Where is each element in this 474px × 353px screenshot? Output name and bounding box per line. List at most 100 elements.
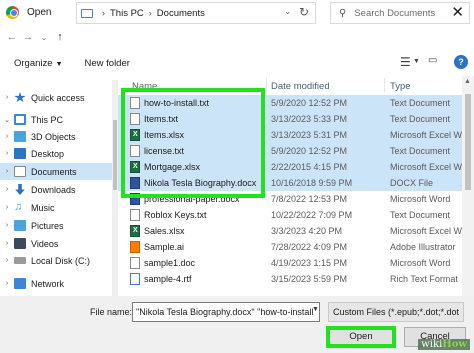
- column-header-name[interactable]: Name: [132, 81, 157, 92]
- column-divider[interactable]: [266, 78, 267, 92]
- file-row[interactable]: Roblox Keys.txt 10/22/2022 7:09 PM Text …: [118, 207, 462, 223]
- file-row[interactable]: Items.xlsx 3/13/2023 5:31 PM Microsoft E…: [118, 127, 462, 143]
- file-row[interactable]: Sales.xlsx 3/3/2023 4:20 PM Microsoft Ex…: [118, 223, 462, 239]
- chrome-logo-icon: [6, 5, 19, 19]
- file-row[interactable]: Items.txt 3/13/2023 5:33 PM Text Documen…: [118, 111, 462, 127]
- file-date: 3/3/2023 4:20 PM: [271, 226, 343, 236]
- help-icon[interactable]: ?: [454, 55, 468, 69]
- expand-caret-icon[interactable]: ›: [0, 204, 14, 211]
- sidebar-item-network[interactable]: › Network: [0, 275, 118, 292]
- sidebar-item-documents[interactable]: › Documents: [0, 163, 118, 180]
- rtf-file-icon: [130, 273, 140, 285]
- refresh-icon[interactable]: ↻: [299, 5, 309, 19]
- new-folder-button[interactable]: New folder: [85, 58, 130, 69]
- download-icon: [15, 184, 25, 195]
- file-date: 5/9/2020 12:52 PM: [271, 98, 348, 108]
- file-name: Items.txt: [144, 114, 179, 124]
- file-row[interactable]: sample-4.rtf 3/15/2023 5:59 PM Rich Text…: [118, 271, 462, 287]
- sidebar-item-videos[interactable]: › Videos: [0, 235, 118, 252]
- expand-caret-icon[interactable]: ›: [0, 133, 14, 140]
- sidebar-item-label: Pictures: [31, 220, 64, 231]
- file-row[interactable]: professional-paper.docx 7/8/2022 12:53 P…: [118, 191, 462, 207]
- file-row[interactable]: Nikola Tesla Biography.docx 10/16/2018 9…: [118, 175, 462, 191]
- computer-icon: [81, 8, 93, 18]
- file-row[interactable]: Sample.ai 7/28/2022 4:09 PM Adobe Illust…: [118, 239, 462, 255]
- excel-file-icon: [130, 225, 140, 237]
- organize-button[interactable]: Organize ▼: [14, 58, 63, 69]
- file-list-scrollbar-thumb[interactable]: [465, 94, 471, 190]
- expand-caret-icon[interactable]: ›: [0, 168, 14, 175]
- excel-file-icon: [130, 161, 140, 173]
- expand-caret-icon[interactable]: ›: [0, 186, 14, 193]
- breadcrumb-separator-icon[interactable]: ›: [149, 8, 152, 18]
- expand-caret-icon[interactable]: ›: [0, 240, 14, 247]
- preview-pane-icon[interactable]: ▭: [428, 55, 437, 66]
- sidebar-item-3d-objects[interactable]: › 3D Objects: [0, 128, 118, 145]
- sidebar-item-quick-access[interactable]: › Quick access: [0, 89, 118, 106]
- sidebar-item-local-disk[interactable]: › Local Disk (C:): [0, 252, 118, 269]
- pictures-icon: [14, 220, 26, 231]
- search-input[interactable]: ⚲ Search Documents: [330, 2, 470, 24]
- word-file-icon: [130, 193, 140, 205]
- file-date: 3/15/2023 5:59 PM: [271, 274, 348, 284]
- expand-caret-icon[interactable]: ›: [0, 222, 14, 229]
- sidebar-item-label: Videos: [31, 238, 59, 249]
- file-type: Text Document: [390, 114, 451, 124]
- recent-locations-chevron-icon[interactable]: ⌄: [36, 33, 52, 42]
- file-row[interactable]: how-to-install.txt 5/9/2020 12:52 PM Tex…: [118, 95, 462, 111]
- expand-caret-icon[interactable]: ›: [0, 94, 14, 101]
- file-name-label: File name:: [90, 307, 133, 317]
- address-bar[interactable]: › This PC › Documents ⌄ ↻: [76, 2, 316, 24]
- address-dropdown-chevron-icon[interactable]: ⌄: [284, 7, 291, 16]
- sidebar-item-pictures[interactable]: › Pictures: [0, 217, 118, 234]
- breadcrumb-this-pc[interactable]: This PC: [110, 8, 144, 19]
- file-row[interactable]: Mortgage.xlsx 2/22/2015 4:15 PM Microsof…: [118, 159, 462, 175]
- file-type: Microsoft Excel W: [390, 226, 462, 236]
- sidebar-item-downloads[interactable]: › Downloads: [0, 181, 118, 198]
- forward-arrow-icon[interactable]: →: [20, 31, 36, 43]
- navigation-bar: ← → ⌄ ↑: [0, 24, 474, 50]
- collapse-caret-icon[interactable]: ⌄: [0, 116, 14, 124]
- sidebar-item-label: 3D Objects: [31, 131, 76, 142]
- file-row[interactable]: license.txt 5/9/2020 12:52 PM Text Docum…: [118, 143, 462, 159]
- breadcrumb-separator-icon[interactable]: ›: [102, 8, 105, 18]
- sidebar-item-label: This PC: [31, 114, 64, 125]
- sidebar-item-desktop[interactable]: › Desktop: [0, 145, 118, 162]
- file-date: 4/19/2023 1:15 PM: [271, 258, 348, 268]
- sidebar-item-this-pc[interactable]: ⌄ This PC: [0, 111, 118, 128]
- expand-caret-icon[interactable]: ›: [0, 150, 14, 157]
- file-type-filter-select[interactable]: Custom Files (*.epub;*.dot;*.dot: [328, 302, 464, 322]
- file-list-scrollbar[interactable]: ▲: [462, 76, 474, 296]
- open-button[interactable]: Open: [326, 326, 396, 348]
- text-file-icon: [130, 145, 140, 157]
- music-icon: ♫: [14, 201, 23, 213]
- sidebar-item-label: Desktop: [31, 148, 65, 159]
- column-header-type[interactable]: Type: [390, 81, 411, 92]
- back-arrow-icon[interactable]: ←: [4, 31, 20, 43]
- file-name-field[interactable]: "Nikola Tesla Biography.docx" "how-to-in…: [132, 302, 320, 322]
- organize-label: Organize: [14, 57, 53, 69]
- column-header-date[interactable]: Date modified: [271, 81, 330, 92]
- expand-caret-icon[interactable]: ›: [0, 257, 14, 264]
- column-divider[interactable]: [384, 78, 385, 92]
- sidebar-item-label: Music: [31, 202, 55, 213]
- breadcrumb-documents[interactable]: Documents: [157, 8, 205, 19]
- file-name: Sample.ai: [144, 242, 185, 252]
- file-row[interactable]: sample1.doc 4/19/2023 1:15 PM Microsoft …: [118, 255, 462, 271]
- file-date: 10/22/2022 7:09 PM: [271, 210, 353, 220]
- sidebar-item-label: Quick access: [31, 92, 85, 103]
- sidebar-scrollbar-thumb[interactable]: [113, 120, 117, 190]
- file-type: Microsoft Word: [390, 258, 451, 268]
- view-chevron-icon[interactable]: ▼: [413, 58, 420, 65]
- scroll-up-arrow-icon[interactable]: ▲: [464, 78, 471, 85]
- videos-icon: [14, 238, 26, 249]
- expand-caret-icon[interactable]: ›: [0, 280, 14, 287]
- file-date: 7/28/2022 4:09 PM: [271, 242, 348, 252]
- word-file-icon: [130, 177, 140, 189]
- file-name-dropdown-chevron-icon[interactable]: ▼: [312, 306, 319, 313]
- view-options-icon[interactable]: ☰: [400, 55, 411, 69]
- disk-icon: [14, 257, 26, 264]
- sidebar-item-music[interactable]: › ♫ Music: [0, 199, 118, 216]
- desktop-icon: [14, 148, 26, 159]
- up-arrow-icon[interactable]: ↑: [52, 31, 68, 43]
